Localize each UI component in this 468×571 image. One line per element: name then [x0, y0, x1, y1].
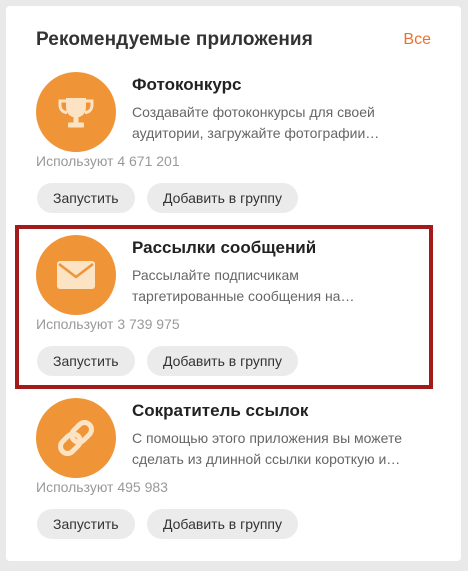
add-to-group-button[interactable]: Добавить в группу: [147, 509, 298, 539]
widget-title: Рекомендуемые приложения: [36, 29, 313, 50]
app-item-mailings: Рассылки сообщений Рассылайте подписчика…: [0, 235, 468, 395]
app-description: Рассылайте подписчикам таргетированные с…: [132, 265, 432, 306]
app-title[interactable]: Рассылки сообщений: [132, 238, 316, 258]
trophy-icon: [58, 98, 94, 128]
app-description-line: С помощью этого приложения вы можете: [132, 430, 403, 446]
app-description-line: таргетированные сообщения на…: [132, 287, 355, 304]
link-icon: [58, 420, 94, 456]
app-title[interactable]: Фотоконкурс: [132, 75, 241, 95]
app-description-line: Создавайте фотоконкурсы для своей: [132, 104, 375, 120]
app-description-line: Рассылайте подписчикам: [132, 267, 299, 283]
add-to-group-button[interactable]: Добавить в группу: [147, 183, 298, 213]
app-description-line: сделать из длинной ссылки короткую и…: [132, 450, 401, 467]
run-button[interactable]: Запустить: [37, 183, 135, 213]
app-icon-circle[interactable]: [36, 398, 116, 478]
app-item-photocontest: Фотоконкурс Создавайте фотоконкурсы для …: [0, 72, 468, 232]
app-icon-circle[interactable]: [36, 72, 116, 152]
app-item-link-shortener: Сократитель ссылок С помощью этого прило…: [0, 398, 468, 558]
run-button[interactable]: Запустить: [37, 509, 135, 539]
app-users-count: Используют 495 983: [36, 479, 168, 495]
app-title[interactable]: Сократитель ссылок: [132, 401, 308, 421]
add-to-group-button[interactable]: Добавить в группу: [147, 346, 298, 376]
app-description: Создавайте фотоконкурсы для своей аудито…: [132, 102, 432, 143]
app-description: С помощью этого приложения вы можете сде…: [132, 428, 432, 469]
run-button[interactable]: Запустить: [37, 346, 135, 376]
app-users-count: Используют 3 739 975: [36, 316, 180, 332]
envelope-icon: [57, 261, 95, 289]
app-users-count: Используют 4 671 201: [36, 153, 180, 169]
all-link[interactable]: Все: [403, 31, 431, 49]
app-icon-circle[interactable]: [36, 235, 116, 315]
app-description-line: аудитории, загружайте фотографии…: [132, 124, 380, 141]
